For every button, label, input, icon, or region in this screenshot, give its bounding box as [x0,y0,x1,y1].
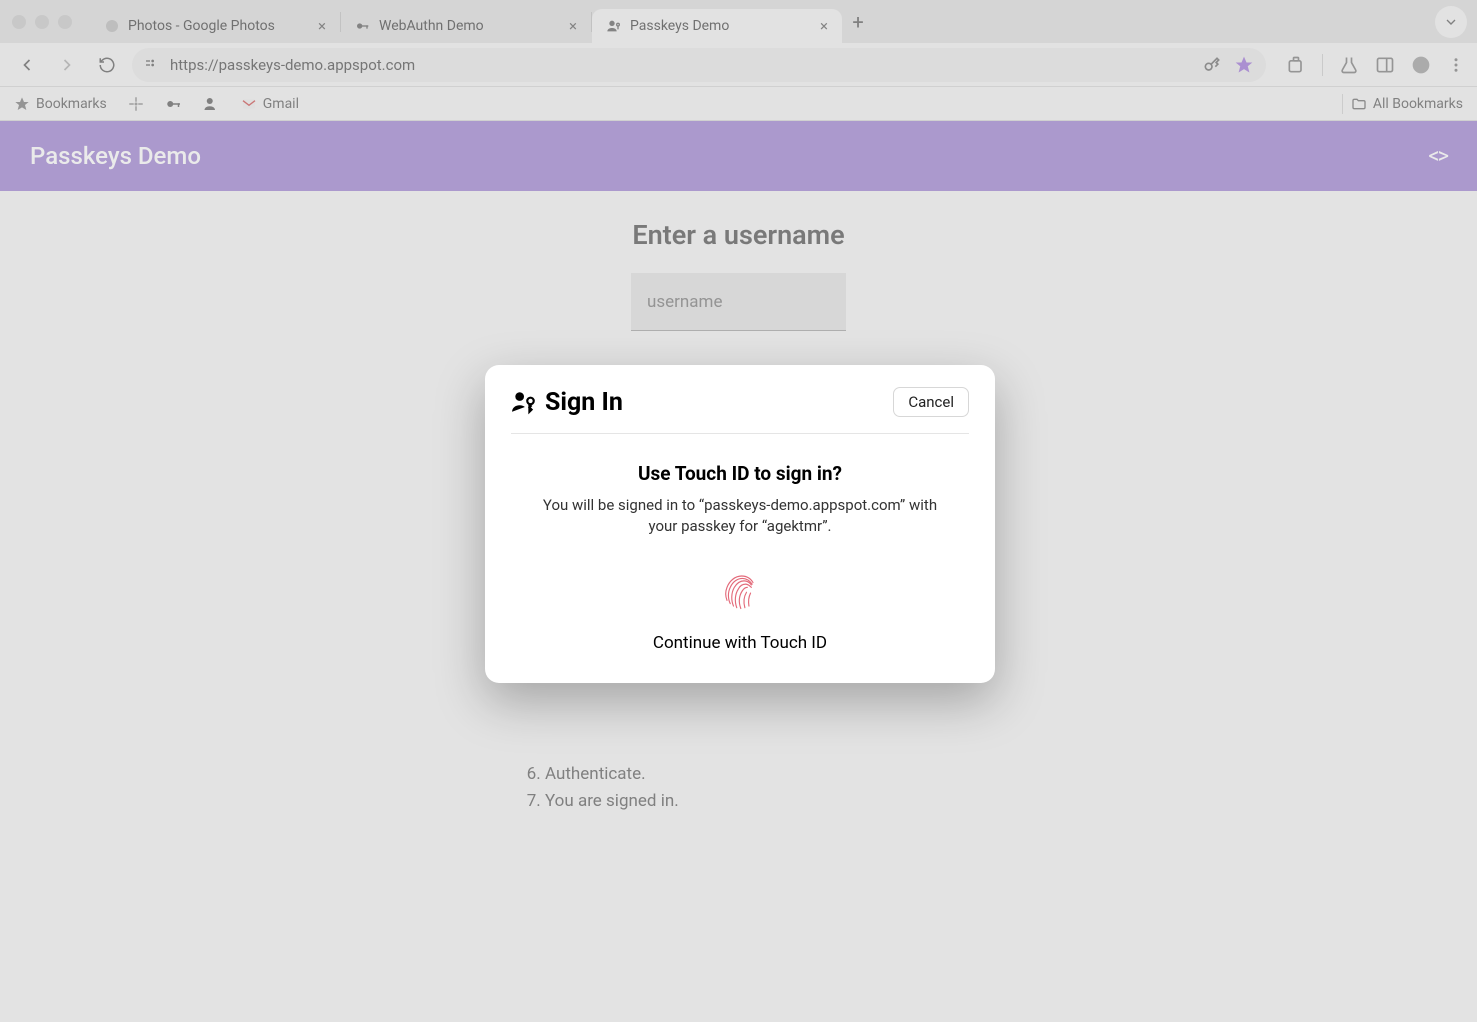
modal-title: Sign In [511,388,623,417]
modal-prompt-title: Use Touch ID to sign in? [511,462,969,485]
fingerprint-icon[interactable] [714,563,766,615]
modal-prompt-body: You will be signed in to “passkeys-demo.… [540,495,940,537]
continue-touchid[interactable]: Continue with Touch ID [511,633,969,653]
cancel-button[interactable]: Cancel [893,387,969,417]
signin-modal: Sign In Cancel Use Touch ID to sign in? … [485,365,995,683]
passkey-icon [511,389,537,415]
